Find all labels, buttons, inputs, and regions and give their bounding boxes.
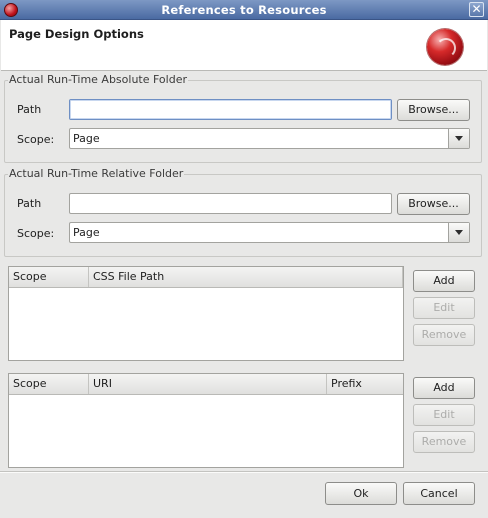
page-heading: Page Design Options — [9, 27, 144, 41]
banner-logo-icon — [427, 29, 463, 65]
column-header-scope[interactable]: Scope — [9, 374, 89, 394]
relative-browse-button[interactable]: Browse... — [397, 193, 470, 215]
css-edit-button[interactable]: Edit — [413, 297, 475, 319]
chevron-down-icon[interactable] — [448, 223, 469, 242]
relative-folder-legend: Actual Run-Time Relative Folder — [8, 167, 185, 180]
column-header-scope[interactable]: Scope — [9, 267, 89, 287]
uri-table-header: Scope URI Prefix — [9, 374, 403, 395]
uri-table[interactable]: Scope URI Prefix — [8, 373, 404, 468]
close-button[interactable]: ✕ — [469, 2, 484, 17]
absolute-browse-button[interactable]: Browse... — [397, 99, 470, 121]
css-remove-button[interactable]: Remove — [413, 324, 475, 346]
absolute-path-label: Path — [17, 103, 42, 116]
window-title: References to Resources — [161, 3, 327, 17]
absolute-scope-select[interactable]: Page — [69, 128, 470, 149]
relative-scope-value: Page — [73, 226, 100, 239]
absolute-path-input[interactable] — [69, 99, 392, 120]
header-banner: Page Design Options — [1, 20, 487, 71]
uri-add-button[interactable]: Add — [413, 377, 475, 399]
absolute-scope-label: Scope: — [17, 133, 55, 146]
footer-divider-highlight — [0, 472, 488, 473]
uri-edit-button[interactable]: Edit — [413, 404, 475, 426]
relative-folder-group: Actual Run-Time Relative Folder — [4, 167, 482, 257]
uri-remove-button[interactable]: Remove — [413, 431, 475, 453]
css-add-button[interactable]: Add — [413, 270, 475, 292]
cancel-button[interactable]: Cancel — [403, 482, 475, 505]
css-table-header: Scope CSS File Path — [9, 267, 403, 288]
ok-button[interactable]: Ok — [325, 482, 397, 505]
column-header-uri[interactable]: URI — [89, 374, 327, 394]
absolute-folder-group: Actual Run-Time Absolute Folder — [4, 73, 482, 163]
relative-path-input[interactable] — [69, 193, 392, 214]
column-header-prefix[interactable]: Prefix — [327, 374, 403, 394]
relative-scope-label: Scope: — [17, 227, 55, 240]
relative-path-label: Path — [17, 197, 42, 210]
relative-scope-select[interactable]: Page — [69, 222, 470, 243]
absolute-folder-legend: Actual Run-Time Absolute Folder — [8, 73, 188, 86]
column-header-css-file-path[interactable]: CSS File Path — [89, 267, 403, 287]
css-file-table[interactable]: Scope CSS File Path — [8, 266, 404, 361]
chevron-down-icon[interactable] — [448, 129, 469, 148]
title-bar: References to Resources ✕ — [0, 0, 488, 20]
absolute-scope-value: Page — [73, 132, 100, 145]
